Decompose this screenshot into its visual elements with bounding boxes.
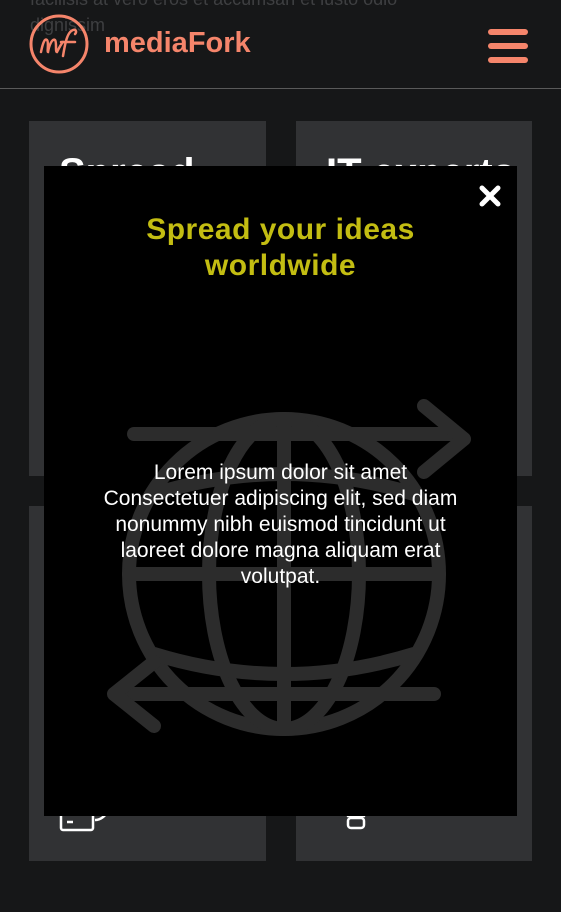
site-header: facilisis at vero eros et accumsan et iu… bbox=[0, 0, 561, 89]
modal-title: Spread your ideas worldwide bbox=[146, 213, 415, 282]
modal-dialog: Spread your ideas worldwide Lorem ipsum … bbox=[44, 166, 517, 816]
close-icon[interactable] bbox=[478, 184, 502, 208]
modal-body-text: Lorem ipsum dolor sit amet Consectetuer … bbox=[103, 461, 458, 588]
brand-name[interactable]: mediaFork bbox=[104, 26, 251, 60]
hamburger-menu-icon[interactable] bbox=[488, 29, 528, 63]
mediafork-logo-icon[interactable] bbox=[29, 14, 89, 74]
